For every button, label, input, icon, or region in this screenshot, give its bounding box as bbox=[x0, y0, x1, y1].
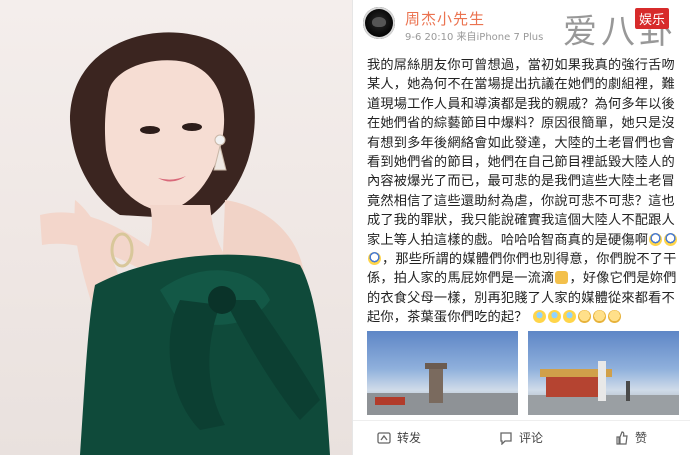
crying-emoji-icon bbox=[368, 252, 381, 266]
thumbs-up-icon bbox=[555, 271, 569, 285]
doge-emoji-icon bbox=[608, 310, 622, 324]
waving-emoji-icon bbox=[563, 310, 577, 324]
post-photo[interactable] bbox=[528, 331, 679, 415]
repost-button[interactable]: 转发 bbox=[377, 429, 421, 447]
channel-badge: 娱乐 bbox=[635, 8, 670, 29]
gate-illustration bbox=[528, 361, 679, 415]
weibo-post: 周杰小先生 9-6 20:10 来自iPhone 7 Plus 爱八卦 娱乐 我… bbox=[352, 0, 690, 455]
avatar[interactable] bbox=[363, 7, 395, 39]
repost-icon bbox=[377, 432, 391, 444]
comment-button[interactable]: 评论 bbox=[499, 429, 543, 447]
portrait-photo bbox=[0, 0, 352, 455]
post-photos bbox=[367, 331, 679, 415]
username[interactable]: 周杰小先生 bbox=[405, 8, 485, 29]
comment-icon bbox=[500, 432, 512, 445]
thumbs-up-icon bbox=[616, 431, 628, 445]
monument-illustration bbox=[367, 363, 518, 415]
like-button[interactable]: 赞 bbox=[615, 429, 647, 447]
post-meta: 9-6 20:10 来自iPhone 7 Plus bbox=[405, 32, 544, 43]
post-body: 我的屌絲朋友你可曾想過，當初如果我真的強行舌吻某人，她為何不在當場提出抗議在她們… bbox=[367, 56, 679, 328]
like-label: 赞 bbox=[635, 431, 648, 445]
doge-emoji-icon bbox=[593, 310, 607, 324]
post-photo[interactable] bbox=[367, 331, 518, 415]
waving-emoji-icon bbox=[533, 310, 547, 324]
crying-emoji-icon bbox=[664, 232, 678, 246]
comment-label: 评论 bbox=[519, 431, 544, 445]
waving-emoji-icon bbox=[548, 310, 562, 324]
portrait-illustration bbox=[40, 32, 330, 455]
crying-emoji-icon bbox=[649, 232, 663, 246]
action-bar: 转发 评论 赞 bbox=[353, 420, 690, 456]
post-text-part1: 我的屌絲朋友你可曾想過，當初如果我真的強行舌吻某人，她為何不在當場提出抗議在她們… bbox=[367, 58, 675, 248]
repost-label: 转发 bbox=[397, 431, 422, 445]
doge-emoji-icon bbox=[578, 310, 592, 324]
